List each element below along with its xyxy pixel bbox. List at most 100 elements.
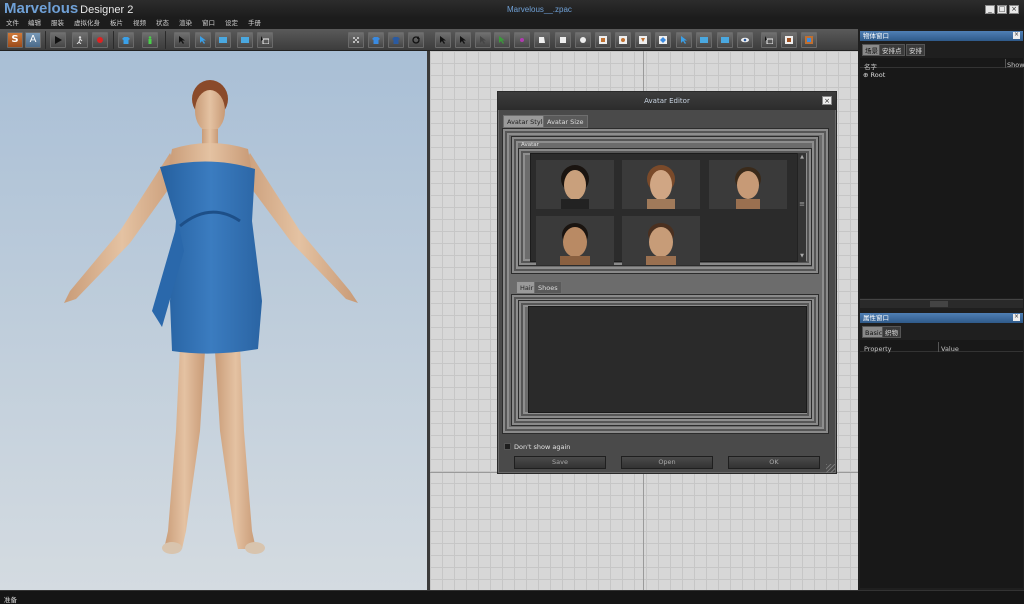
menu-file[interactable]: 文件 — [6, 18, 19, 29]
pin-tool[interactable] — [348, 32, 364, 48]
select-mesh-2d[interactable] — [676, 32, 692, 48]
avatar-thumb-3[interactable] — [709, 160, 787, 209]
cursor-arrow-icon — [440, 36, 446, 44]
dialog-resize-grip[interactable] — [826, 464, 835, 473]
scroll-grip-icon[interactable]: ≡ — [798, 200, 806, 208]
avatar-figure-icon — [148, 36, 152, 44]
scroll-up-icon[interactable]: ▲ — [798, 154, 806, 160]
avatar-thumb-4[interactable] — [536, 216, 614, 265]
tree-item-root[interactable]: ⊕ Root — [863, 71, 885, 79]
avatar-thumb-5[interactable] — [622, 216, 700, 265]
polygon-tool[interactable] — [534, 32, 550, 48]
select-tool-3d[interactable] — [174, 32, 190, 48]
object-panel-close-button[interactable]: × — [1013, 32, 1020, 39]
property-panel-close-button[interactable]: × — [1013, 314, 1020, 321]
menu-pattern[interactable]: 板片 — [110, 18, 123, 29]
maximize-button[interactable]: □ — [997, 5, 1007, 14]
avatar-face-1 — [561, 165, 589, 209]
internal-circle-icon — [619, 36, 627, 44]
hscroll-thumb[interactable] — [930, 301, 948, 307]
toolbar-separator — [165, 31, 166, 49]
free-sewing-icon — [721, 37, 729, 43]
record-button[interactable] — [92, 32, 108, 48]
dialog-close-button[interactable]: × — [822, 96, 832, 105]
add-point-tool[interactable] — [514, 32, 530, 48]
dont-show-again-checkbox[interactable] — [504, 443, 511, 450]
texture-tool[interactable] — [781, 32, 797, 48]
simulation-button[interactable]: S — [7, 32, 23, 48]
tab-avatar-size[interactable]: Avatar Size — [543, 115, 588, 128]
tab-arrangement-points[interactable]: 安排点 — [879, 44, 905, 56]
menu-garment[interactable]: 服装 — [51, 18, 64, 29]
cursor-arrow-icon — [179, 36, 185, 44]
fold-tool-3d[interactable] — [215, 32, 231, 48]
play-button[interactable] — [50, 32, 66, 48]
menu-state[interactable]: 状态 — [156, 18, 169, 29]
transform-tool-3d[interactable] — [257, 32, 273, 48]
motion-button[interactable] — [72, 32, 88, 48]
menu-bar: 文件 编辑 服装 虚拟化身 板片 视频 状态 渲染 窗口 设定 手册 — [0, 18, 1024, 29]
internal-polygon-tool[interactable] — [595, 32, 611, 48]
tab-shoes[interactable]: Shoes — [534, 281, 562, 294]
select-tool-2d[interactable] — [435, 32, 451, 48]
status-text: 准备 — [4, 596, 17, 604]
expand-icon[interactable]: ⊕ — [863, 71, 868, 79]
garment-dark-button[interactable] — [388, 32, 404, 48]
edit-pattern-tool[interactable] — [455, 32, 471, 48]
refresh-icon — [412, 36, 420, 44]
dart-tool[interactable] — [635, 32, 651, 48]
tab-arrangement[interactable]: 安排 — [906, 44, 925, 56]
select-mesh-3d[interactable] — [195, 32, 211, 48]
segment-sewing-tool[interactable] — [696, 32, 712, 48]
menu-manual[interactable]: 手册 — [248, 18, 261, 29]
split-tool[interactable] — [655, 32, 671, 48]
open-button[interactable]: Open — [621, 456, 713, 469]
hair-list-panel — [528, 306, 807, 413]
minimize-button[interactable]: _ — [985, 5, 995, 14]
property-panel-title-text: 属性窗口 — [863, 314, 889, 322]
tack-icon — [241, 37, 249, 43]
save-button[interactable]: Save — [514, 456, 606, 469]
edit-curve-tool[interactable] — [475, 32, 491, 48]
transform-icon — [765, 36, 773, 44]
close-window-button[interactable]: × — [1009, 5, 1019, 14]
coat-icon — [392, 37, 400, 44]
app-window: Marvelous Designer 2 Marvelous__.zpac _ … — [0, 0, 1024, 604]
scroll-down-icon[interactable]: ▼ — [798, 253, 806, 259]
animation-button[interactable]: A — [25, 32, 41, 48]
ok-button[interactable]: OK — [728, 456, 820, 469]
split-icon — [659, 36, 667, 44]
menu-avatar[interactable]: 虚拟化身 — [74, 18, 100, 29]
menu-render[interactable]: 渲染 — [179, 18, 192, 29]
internal-circle-tool[interactable] — [615, 32, 631, 48]
curve-point-tool[interactable] — [494, 32, 510, 48]
menu-settings[interactable]: 设定 — [225, 18, 238, 29]
avatar-face-4 — [560, 223, 590, 265]
avatar-face-5 — [646, 223, 676, 265]
object-panel-title-text: 物体窗口 — [863, 32, 889, 40]
avatar-grid-scrollbar[interactable]: ▲ ≡ ▼ — [797, 153, 806, 262]
trace-tool[interactable] — [801, 32, 817, 48]
edit-point-icon — [460, 36, 466, 44]
internal-polygon-icon — [599, 36, 607, 44]
menu-video[interactable]: 视频 — [133, 18, 146, 29]
avatar-thumb-1[interactable] — [536, 160, 614, 209]
avatar-thumb-2[interactable] — [622, 160, 700, 209]
garment-blue-button[interactable] — [368, 32, 384, 48]
rectangle-tool[interactable] — [555, 32, 571, 48]
menu-edit[interactable]: 编辑 — [28, 18, 41, 29]
transform-tool-2d[interactable] — [761, 32, 777, 48]
garment-button[interactable] — [118, 32, 134, 48]
tab-fabric[interactable]: 织物 — [882, 326, 901, 338]
tack-tool-3d[interactable] — [237, 32, 253, 48]
show-hide-tool[interactable] — [737, 32, 753, 48]
menu-window[interactable]: 窗口 — [202, 18, 215, 29]
object-tree-hscrollbar[interactable] — [860, 299, 1023, 308]
circle-icon — [580, 37, 586, 43]
avatar-button[interactable] — [142, 32, 158, 48]
free-sewing-tool[interactable] — [717, 32, 733, 48]
circle-tool[interactable] — [575, 32, 591, 48]
toolbar-separator — [45, 31, 46, 49]
3d-viewport[interactable] — [0, 51, 427, 590]
refresh-button[interactable] — [408, 32, 424, 48]
